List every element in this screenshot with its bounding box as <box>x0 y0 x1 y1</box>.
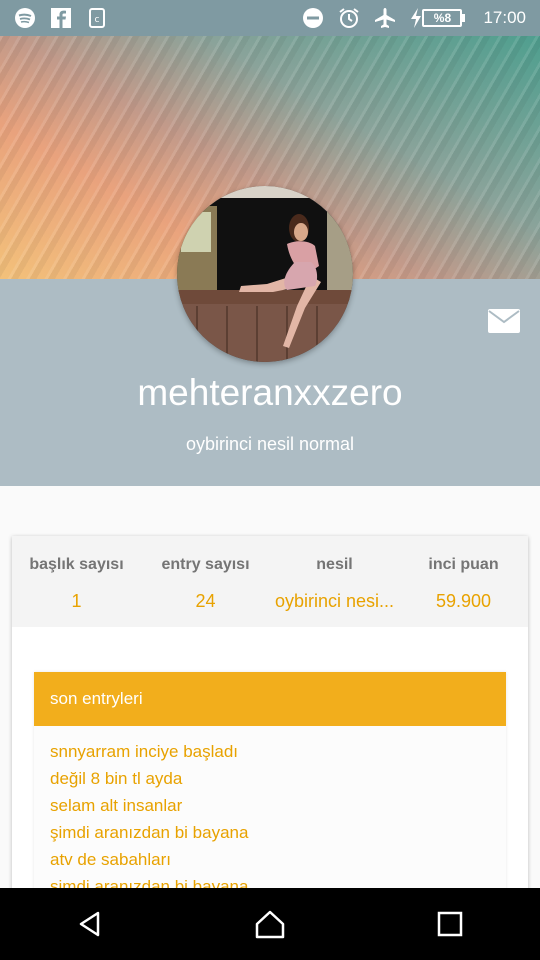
facebook-icon <box>50 7 72 29</box>
clock: 17:00 <box>483 8 526 27</box>
username: mehteranxxzero <box>137 372 403 413</box>
stat-label: başlık sayısı <box>29 556 124 573</box>
avatar[interactable] <box>177 186 353 362</box>
stat-score: inci puan 59.900 <box>399 536 528 627</box>
stat-value: 24 <box>195 591 216 611</box>
do-not-disturb-icon <box>302 7 324 29</box>
battery-icon: %8 <box>422 9 463 27</box>
stats-card: başlık sayısı 1 entry sayısı 24 nesil oy… <box>12 536 528 902</box>
stats-header: başlık sayısı 1 entry sayısı 24 nesil oy… <box>12 536 528 627</box>
stat-label: entry sayısı <box>161 556 250 573</box>
stat-value: 1 <box>71 591 82 611</box>
airplane-mode-icon <box>374 7 396 29</box>
charging-icon <box>410 7 422 29</box>
spotify-icon <box>14 7 36 29</box>
status-bar: c %8 17:00 <box>0 0 540 36</box>
entry-link[interactable]: değil 8 bin tl ayda <box>50 765 506 792</box>
stat-label: nesil <box>316 556 353 573</box>
entry-link[interactable]: snnyarram inciye başladı <box>50 738 506 765</box>
stat-value: 59.900 <box>435 591 492 611</box>
entry-link[interactable]: selam alt insanlar <box>50 792 506 819</box>
stat-generation: nesil oybirinci nesi... <box>270 536 399 627</box>
home-icon[interactable] <box>240 894 300 954</box>
entry-link[interactable]: atv de sabahları <box>50 846 506 873</box>
stat-value: oybirinci nesi... <box>274 591 395 611</box>
entry-link[interactable]: şimdi aranızdan bi bayana <box>50 819 506 846</box>
stat-label: inci puan <box>428 556 499 573</box>
stat-entry-count: entry sayısı 24 <box>141 536 270 627</box>
recents-icon[interactable] <box>420 894 480 954</box>
back-icon[interactable] <box>60 894 120 954</box>
stat-title-count: başlık sayısı 1 <box>12 536 141 627</box>
system-nav-bar <box>0 888 540 960</box>
mail-icon[interactable] <box>488 309 520 333</box>
entry-list: snnyarram inciye başladı değil 8 bin tl … <box>34 726 506 900</box>
section-title: son entryleri <box>34 672 506 726</box>
user-generation-label: oybirinci nesil normal <box>185 434 355 454</box>
battery-tip <box>462 14 466 22</box>
alarm-icon <box>338 7 360 29</box>
svg-text:c: c <box>95 15 100 25</box>
recent-entries-section: son entryleri snnyarram inciye başladı d… <box>34 672 506 902</box>
clipboard-icon: c <box>86 7 108 29</box>
